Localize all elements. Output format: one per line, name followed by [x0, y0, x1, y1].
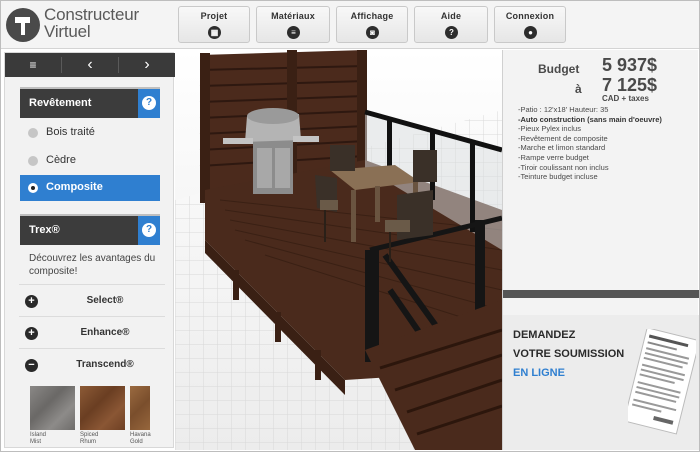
swatch-label-line1: Havana — [130, 432, 151, 438]
divider — [19, 316, 165, 317]
list-icon: ≡ — [287, 26, 300, 39]
spec-item: -Revêtement de composite — [518, 133, 608, 143]
option-cedre[interactable]: Cèdre — [20, 148, 160, 174]
trex-enhance-toggle[interactable]: + Enhance® — [25, 325, 165, 343]
trex-item-label: Select® — [86, 295, 124, 306]
divider — [19, 284, 165, 285]
logo-text: Constructeur Virtuel — [44, 6, 139, 40]
budget-label: Budget — [538, 62, 580, 76]
logo-line2: Virtuel — [44, 22, 91, 41]
deck-3d-viewport[interactable] — [175, 50, 502, 450]
user-icon: ● — [524, 26, 537, 39]
spec-item: -Pieux Pylex inclus — [518, 124, 581, 134]
document-icon — [628, 329, 696, 435]
swatch-label-line1: Island — [30, 432, 47, 438]
spec-item: -Rampe verre budget — [518, 152, 589, 162]
trex-item-label: Enhance® — [80, 327, 130, 338]
budget-connector: à — [575, 82, 582, 96]
spec-item: -Marche et limon standard — [518, 143, 606, 153]
budget-tax-note: CAD + taxes — [602, 94, 649, 103]
revetement-help-button[interactable]: ? — [138, 89, 160, 118]
nav-materiaux-label: Matériaux — [271, 11, 315, 21]
grid-icon: ▦ — [208, 26, 221, 39]
spec-item: -Teinture budget incluse — [518, 172, 598, 182]
logo-line1: Constructeur — [44, 5, 139, 24]
trex-transcend-toggle[interactable]: − Transcend® — [25, 357, 165, 375]
nav-affichage-label: Affichage — [350, 11, 394, 21]
camera-icon: ◙ — [366, 26, 379, 39]
quote-line3: EN LIGNE — [513, 367, 565, 379]
swatch-island-mist[interactable] — [30, 386, 75, 430]
nav-affichage-button[interactable]: Affichage ◙ — [336, 6, 408, 43]
trex-item-label: Transcend® — [76, 359, 134, 370]
radio-icon — [28, 183, 38, 193]
budget-panel: Budget 5 937$ à 7 125$ CAD + taxes -Pati… — [502, 50, 699, 450]
nav-materiaux-button[interactable]: Matériaux ≡ — [256, 6, 330, 43]
logo[interactable]: Constructeur Virtuel — [6, 6, 166, 44]
request-quote-banner[interactable]: DEMANDEZ VOTRE SOUMISSION EN LIGNE — [503, 315, 699, 450]
swatch-spiced-rhum[interactable] — [80, 386, 125, 430]
option-label: Bois traité — [46, 126, 95, 138]
nav-connexion-button[interactable]: Connexion ● — [494, 6, 566, 43]
materials-panel: ≡ ‹ › Revêtement ? Bois traité Cèdre Com… — [4, 52, 175, 448]
top-bar: Constructeur Virtuel Projet ▦ Matériaux … — [0, 0, 700, 49]
menu-icon[interactable]: ≡ — [5, 53, 61, 77]
deck-render — [175, 50, 502, 450]
option-bois-traite[interactable]: Bois traité — [20, 120, 160, 146]
next-arrow-icon[interactable]: › — [119, 53, 175, 77]
option-composite[interactable]: Composite — [20, 175, 160, 201]
nav-projet-button[interactable]: Projet ▦ — [178, 6, 250, 43]
swatch-label-line1: Spiced — [80, 432, 99, 438]
help-icon: ? — [142, 223, 156, 237]
budget-max: 7 125$ — [602, 75, 658, 95]
swatch-label-line2: Mist — [30, 439, 41, 445]
revetement-header: Revêtement ? — [20, 87, 160, 118]
nav-projet-label: Projet — [200, 11, 228, 21]
radio-icon — [28, 128, 38, 138]
budget-min: 5 937$ — [602, 55, 658, 75]
quote-line2: VOTRE SOUMISSION — [513, 348, 625, 360]
help-icon: ? — [445, 26, 458, 39]
swatch-label: Spiced Rhum — [80, 432, 98, 446]
trex-help-button[interactable]: ? — [138, 216, 160, 245]
trex-header: Trex® ? — [20, 214, 160, 245]
divider — [19, 348, 165, 349]
minus-icon: − — [25, 359, 38, 372]
swatch-label-line2: Gold — [130, 439, 143, 445]
panel-pager: ≡ ‹ › — [5, 53, 175, 77]
trex-title: Trex® — [29, 224, 60, 236]
option-label: Composite — [46, 181, 103, 193]
trex-description: Découvrez les avantages du composite! — [29, 253, 156, 277]
spec-item: -Tiroir coulissant non inclus — [518, 162, 609, 172]
nav-aide-label: Aide — [440, 11, 462, 21]
radio-icon — [28, 156, 38, 166]
spec-item: -Auto construction (sans main d'oeuvre) — [518, 114, 662, 124]
divider-bar — [503, 290, 699, 298]
plus-icon: + — [25, 295, 38, 308]
quote-line1: DEMANDEZ — [513, 329, 576, 341]
plus-icon: + — [25, 327, 38, 340]
option-label: Cèdre — [46, 154, 76, 166]
swatch-label-line2: Rhum — [80, 439, 97, 445]
hammer-icon — [6, 8, 40, 42]
trex-select-toggle[interactable]: + Select® — [25, 293, 165, 311]
spec-item: -Patio : 12'x18' Hauteur: 35 — [518, 105, 609, 114]
spec-list: -Patio : 12'x18' Hauteur: 35 -Auto const… — [518, 105, 696, 182]
help-icon: ? — [142, 96, 156, 110]
prev-arrow-icon[interactable]: ‹ — [62, 53, 118, 77]
nav-connexion-label: Connexion — [505, 11, 555, 21]
swatch-label: Havana Gold — [130, 432, 151, 446]
swatch-label: Island Mist — [30, 432, 46, 446]
swatch-havana-gold[interactable] — [130, 386, 150, 430]
revetement-title: Revêtement — [29, 97, 92, 109]
nav-aide-button[interactable]: Aide ? — [414, 6, 488, 43]
